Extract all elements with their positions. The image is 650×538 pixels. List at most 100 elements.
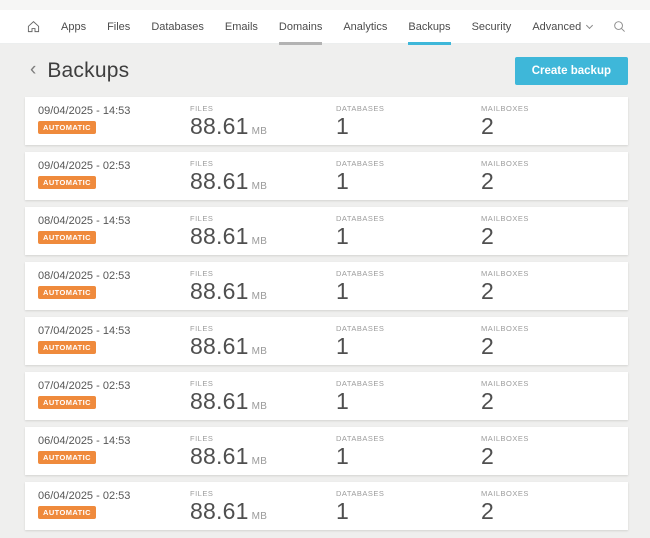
backup-row[interactable]: 09/04/2025 - 02:53 AUTOMATIC FILES 88.61… xyxy=(25,152,628,200)
mailboxes-label: MAILBOXES xyxy=(481,104,529,113)
backup-date-cell: 06/04/2025 - 14:53 AUTOMATIC xyxy=(38,435,130,465)
files-label: FILES xyxy=(190,324,214,333)
files-size: 88.61 xyxy=(190,333,249,359)
databases-column: DATABASES 1 xyxy=(336,434,384,470)
files-unit: MB xyxy=(251,511,268,522)
automatic-badge: AUTOMATIC xyxy=(38,396,96,409)
files-value: 88.61 MB xyxy=(190,278,267,305)
databases-label: DATABASES xyxy=(336,269,385,278)
nav-item-label: Emails xyxy=(224,20,258,33)
databases-column: DATABASES 1 xyxy=(336,379,384,415)
backup-datetime: 06/04/2025 - 02:53 xyxy=(38,490,131,502)
mailboxes-value: 2 xyxy=(481,443,494,469)
databases-label: DATABASES xyxy=(336,324,385,333)
databases-label: DATABASES xyxy=(336,159,385,168)
mailboxes-label: MAILBOXES xyxy=(481,269,529,278)
databases-value: 1 xyxy=(336,278,349,304)
databases-value: 1 xyxy=(336,388,349,414)
mailboxes-column: MAILBOXES 2 xyxy=(481,214,529,250)
databases-value: 1 xyxy=(336,443,349,469)
nav-item-databases[interactable]: Databases xyxy=(151,10,204,44)
nav-item-files[interactable]: Files xyxy=(107,10,130,44)
mailboxes-value: 2 xyxy=(481,113,494,139)
files-label: FILES xyxy=(190,489,214,498)
mailboxes-column: MAILBOXES 2 xyxy=(481,379,529,415)
backup-row[interactable]: 07/04/2025 - 14:53 AUTOMATIC FILES 88.61… xyxy=(25,317,628,365)
nav-item-analytics[interactable]: Analytics xyxy=(343,10,387,44)
nav-item-label: Files xyxy=(107,20,131,33)
databases-column: DATABASES 1 xyxy=(336,159,384,195)
mailboxes-column: MAILBOXES 2 xyxy=(481,104,529,140)
files-unit: MB xyxy=(251,401,268,412)
files-unit: MB xyxy=(251,346,268,357)
nav-item-label: Security xyxy=(471,20,512,33)
backup-row[interactable]: 07/04/2025 - 02:53 AUTOMATIC FILES 88.61… xyxy=(25,372,628,420)
mailboxes-label: MAILBOXES xyxy=(481,489,529,498)
databases-label: DATABASES xyxy=(336,434,385,443)
nav-item-label: Analytics xyxy=(343,20,388,33)
search-button[interactable] xyxy=(613,20,626,33)
page-title: Backups xyxy=(47,58,130,82)
backup-date-cell: 09/04/2025 - 14:53 AUTOMATIC xyxy=(38,105,130,135)
files-size: 88.61 xyxy=(190,498,249,524)
backup-datetime: 08/04/2025 - 02:53 xyxy=(38,270,131,282)
automatic-badge: AUTOMATIC xyxy=(38,451,96,464)
home-button[interactable] xyxy=(27,20,40,33)
files-unit: MB xyxy=(251,181,268,192)
backup-row[interactable]: 06/04/2025 - 02:53 AUTOMATIC FILES 88.61… xyxy=(25,482,628,530)
backup-row[interactable]: 06/04/2025 - 14:53 AUTOMATIC FILES 88.61… xyxy=(25,427,628,475)
backup-row[interactable]: 09/04/2025 - 14:53 AUTOMATIC FILES 88.61… xyxy=(25,97,628,145)
files-size: 88.61 xyxy=(190,113,249,139)
backup-date-cell: 06/04/2025 - 02:53 AUTOMATIC xyxy=(38,490,130,520)
nav-item-advanced[interactable]: Advanced xyxy=(532,10,594,44)
files-column: FILES 88.61 MB xyxy=(190,379,267,415)
nav-item-security[interactable]: Security xyxy=(472,10,512,44)
files-column: FILES 88.61 MB xyxy=(190,159,267,195)
backup-datetime: 07/04/2025 - 14:53 xyxy=(38,325,131,337)
databases-label: DATABASES xyxy=(336,379,385,388)
files-value: 88.61 MB xyxy=(190,498,267,525)
automatic-badge: AUTOMATIC xyxy=(38,231,96,244)
backup-row[interactable]: 08/04/2025 - 14:53 AUTOMATIC FILES 88.61… xyxy=(25,207,628,255)
backup-list: 09/04/2025 - 14:53 AUTOMATIC FILES 88.61… xyxy=(0,97,650,530)
files-column: FILES 88.61 MB xyxy=(190,269,267,305)
backup-datetime: 09/04/2025 - 02:53 xyxy=(38,160,131,172)
files-label: FILES xyxy=(190,104,214,113)
page-header: ‹ Backups Create backup xyxy=(0,44,650,97)
backup-row[interactable]: 08/04/2025 - 02:53 AUTOMATIC FILES 88.61… xyxy=(25,262,628,310)
mailboxes-label: MAILBOXES xyxy=(481,434,529,443)
databases-value: 1 xyxy=(336,168,349,194)
back-chevron-icon[interactable]: ‹ xyxy=(30,60,36,82)
files-label: FILES xyxy=(190,434,214,443)
files-size: 88.61 xyxy=(190,278,249,304)
files-unit: MB xyxy=(251,456,268,467)
automatic-badge: AUTOMATIC xyxy=(38,121,96,134)
files-label: FILES xyxy=(190,269,214,278)
automatic-badge: AUTOMATIC xyxy=(38,341,96,354)
nav-item-backups[interactable]: Backups xyxy=(408,10,451,45)
nav-item-domains[interactable]: Domains xyxy=(278,10,323,45)
databases-column: DATABASES 1 xyxy=(336,214,384,250)
nav-item-label: Databases xyxy=(151,20,204,33)
databases-column: DATABASES 1 xyxy=(336,489,384,525)
files-value: 88.61 MB xyxy=(190,168,267,195)
nav-item-emails[interactable]: Emails xyxy=(225,10,258,44)
top-strip xyxy=(0,0,650,10)
databases-value: 1 xyxy=(336,113,349,139)
files-value: 88.61 MB xyxy=(190,443,267,470)
files-unit: MB xyxy=(251,126,268,137)
main-navbar: Apps Files Databases Emails Domains Analytics… xyxy=(0,10,650,45)
automatic-badge: AUTOMATIC xyxy=(38,286,96,299)
files-value: 88.61 MB xyxy=(190,223,267,250)
create-backup-button[interactable]: Create backup xyxy=(514,56,628,85)
backup-date-cell: 07/04/2025 - 02:53 AUTOMATIC xyxy=(38,380,130,410)
backup-datetime: 06/04/2025 - 14:53 xyxy=(38,435,131,447)
files-size: 88.61 xyxy=(190,223,249,249)
mailboxes-column: MAILBOXES 2 xyxy=(481,159,529,195)
search-icon xyxy=(613,20,626,33)
automatic-badge: AUTOMATIC xyxy=(38,176,96,189)
mailboxes-value: 2 xyxy=(481,278,494,304)
databases-label: DATABASES xyxy=(336,214,385,223)
nav-item-apps[interactable]: Apps xyxy=(61,10,86,44)
nav-items: Apps Files Databases Emails Domains Analytics… xyxy=(61,10,613,45)
